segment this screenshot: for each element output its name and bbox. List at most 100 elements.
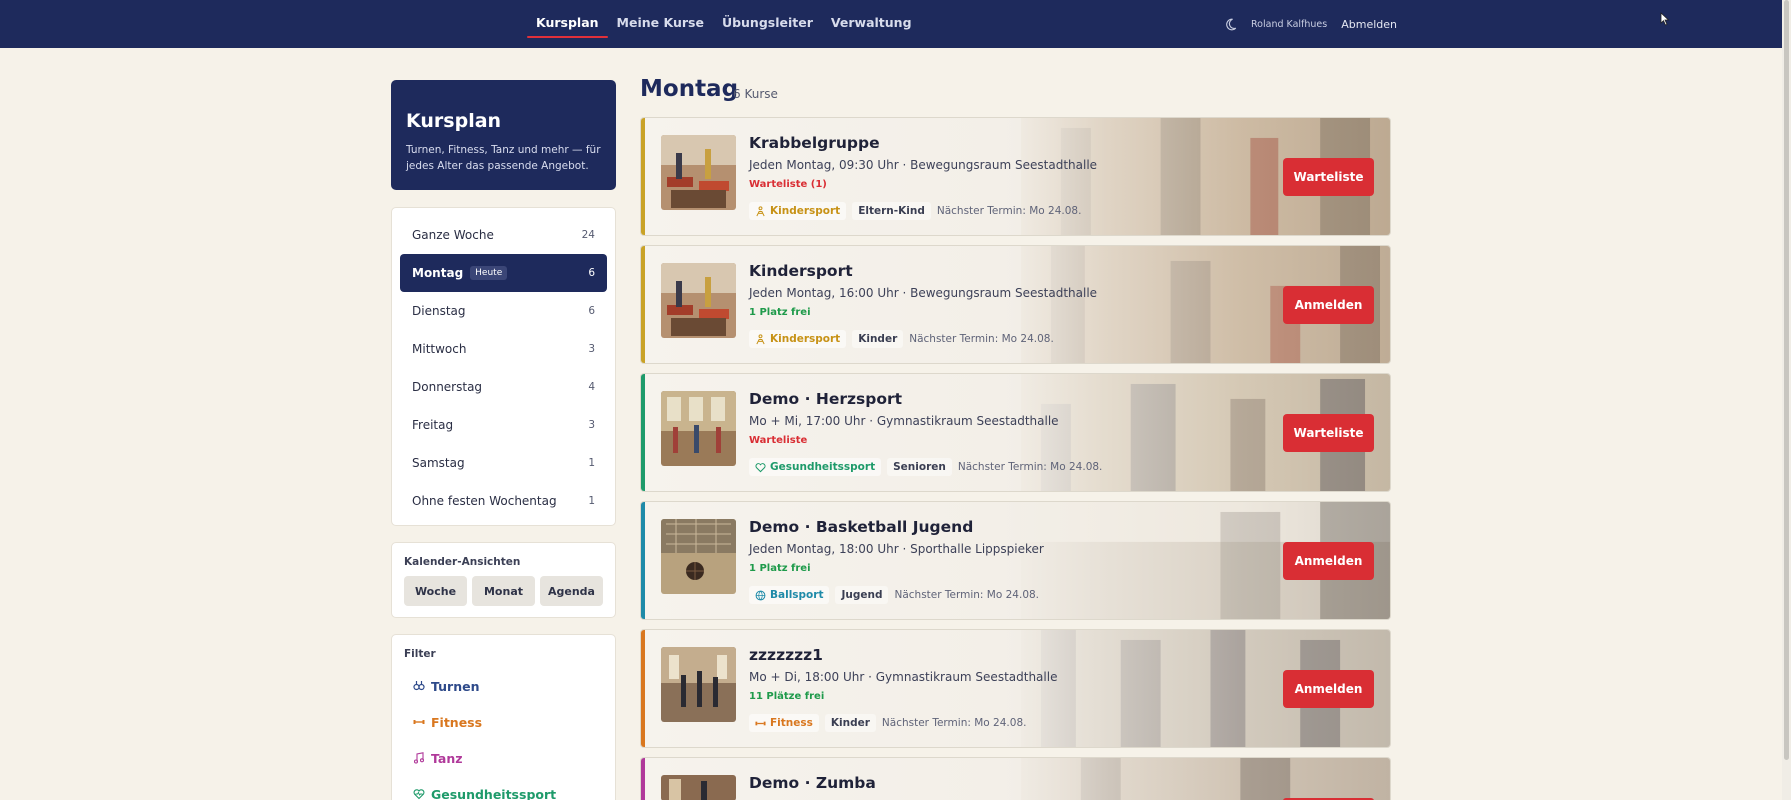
today-badge: Heute [470,266,508,281]
course-availability: 1 Platz frei [749,307,811,318]
nav-uebungsleiter[interactable]: Übungsleiter [713,0,822,48]
age-group-tag: Kinder [852,330,904,348]
day-count: 1 [588,495,595,507]
scrollbar-thumb[interactable] [1784,0,1789,760]
rings-icon [413,681,425,691]
day-count: 6 [588,305,595,317]
day-label: Dienstag [412,304,466,318]
category-stripe [641,118,645,235]
register-button[interactable]: Anmelden [1283,542,1374,580]
filter-label-turnen: Turnen [431,678,480,694]
next-date: Nächster Termin: Mo 24.08. [909,333,1054,345]
waitlist-button[interactable]: Warteliste [1283,158,1374,196]
register-button[interactable]: Anmelden [1283,286,1374,324]
course-card[interactable]: zzzzzzz1 Mo + Di, 18:00 Uhr · Gymnastikr… [640,629,1391,748]
age-group-tag: Kinder [824,714,876,732]
category-stripe [641,502,645,619]
course-title[interactable]: Kindersport [749,262,853,280]
calendar-views-label: Kalender-Ansichten [404,556,521,568]
course-title[interactable]: Demo · Basketball Jugend [749,518,973,536]
filter-panel: Filter Turnen Fitness Tanz Gesundheitssp… [391,634,616,800]
filter-label-gesundheitssport: Gesundheitssport [431,786,557,800]
day-label: Freitag [412,418,454,432]
next-date: Nächster Termin: Mo 24.08. [881,717,1027,729]
month-view-button[interactable]: Monat [472,576,535,606]
course-schedule: Jeden Montag, 18:00 Uhr · Sporthalle Lip… [749,542,1044,556]
day-item-freitag[interactable]: Freitag 3 [400,406,607,444]
day-count: 6 [588,267,595,279]
day-label: Samstag [412,456,465,470]
user-name[interactable]: Roland Kalfhues [1251,19,1327,30]
course-count: 6 Kurse [733,87,778,101]
day-item-dienstag[interactable]: Dienstag 6 [400,292,607,330]
course-title[interactable]: zzzzzzz1 [749,646,823,664]
category-tag: Kindersport [749,330,847,348]
sidebar-title: Kursplan [406,110,502,132]
music-note-icon [413,752,425,764]
course-schedule: Mo + Di, 18:00 Uhr · Gymnastikraum Seest… [749,670,1058,684]
course-card[interactable]: Demo · Zumba [640,757,1391,800]
course-availability: 11 Plätze frei [749,691,825,702]
week-view-button[interactable]: Woche [404,576,467,606]
course-card[interactable]: Demo · Basketball Jugend Jeden Montag, 1… [640,501,1391,620]
day-item-montag[interactable]: Montag Heute 6 [400,254,607,292]
sidebar-description: Turnen, Fitness, Tanz und mehr — für jed… [406,144,601,172]
day-item-samstag[interactable]: Samstag 1 [400,444,607,482]
day-item-mittwoch[interactable]: Mittwoch 3 [400,330,607,368]
filter-turnen[interactable]: Turnen [404,668,603,704]
kursplan-intro-card: Kursplan Turnen, Fitness, Tanz und mehr … [391,80,616,190]
top-navigation-bar: Kursplan Meine Kurse Übungsleiter Verwal… [0,0,1782,48]
filter-gesundheitssport[interactable]: Gesundheitssport [404,776,603,800]
day-item-ganze-woche[interactable]: Ganze Woche 24 [400,216,607,254]
child-icon [756,333,765,344]
page-title: Montag [640,76,739,102]
day-label: Ohne festen Wochentag [412,494,557,508]
mouse-cursor-icon [1660,12,1670,26]
agenda-view-button[interactable]: Agenda [540,576,603,606]
day-label: Donnerstag [412,380,483,394]
register-button[interactable]: Anmelden [1283,670,1374,708]
course-schedule: Jeden Montag, 16:00 Uhr · Bewegungsraum … [749,286,1098,300]
day-label: Ganze Woche [412,228,494,242]
day-item-ohne-wochentag[interactable]: Ohne festen Wochentag 1 [400,482,607,520]
course-title[interactable]: Demo · Zumba [749,774,876,792]
course-title[interactable]: Krabbelgruppe [749,134,880,152]
day-count: 3 [588,343,595,355]
course-thumbnail [661,135,736,210]
logout-link[interactable]: Abmelden [1341,18,1397,31]
nav-meine-kurse[interactable]: Meine Kurse [608,0,713,48]
user-area: Roland Kalfhues Abmelden [1223,0,1397,48]
course-title[interactable]: Demo · Herzsport [749,390,902,408]
age-group-tag: Jugend [835,586,889,604]
day-count: 3 [588,419,595,431]
category-tag: Ballsport [749,586,830,604]
dumbbell-icon [413,720,425,724]
filter-fitness[interactable]: Fitness [404,704,603,740]
course-card[interactable]: Krabbelgruppe Jeden Montag, 09:30 Uhr · … [640,117,1391,236]
day-label: Mittwoch [412,342,467,356]
course-availability: Warteliste (1) [749,179,827,190]
day-item-donnerstag[interactable]: Donnerstag 4 [400,368,607,406]
next-date: Nächster Termin: Mo 24.08. [936,205,1082,217]
day-label: Montag [412,265,464,280]
course-card[interactable]: Kindersport Jeden Montag, 16:00 Uhr · Be… [640,245,1391,364]
nav-kursplan[interactable]: Kursplan [527,0,608,48]
category-stripe [641,758,645,800]
day-count: 24 [581,229,595,241]
course-availability: 1 Platz frei [749,563,811,574]
course-thumbnail [661,647,736,722]
filter-label: Filter [404,648,436,660]
day-count: 4 [588,381,595,393]
dark-mode-toggle[interactable] [1223,17,1237,31]
dumbbell-icon [755,721,766,725]
category-tag: Kindersport [749,202,847,220]
waitlist-button[interactable]: Warteliste [1283,414,1374,452]
nav-verwaltung[interactable]: Verwaltung [822,0,921,48]
category-stripe [641,630,645,747]
category-tag: Gesundheitssport [749,458,882,476]
course-thumbnail [661,391,736,466]
filter-tanz[interactable]: Tanz [404,740,603,776]
course-card[interactable]: Demo · Herzsport Mo + Mi, 17:00 Uhr · Gy… [640,373,1391,492]
moon-icon [1225,18,1236,30]
heart-pulse-icon [755,462,766,472]
